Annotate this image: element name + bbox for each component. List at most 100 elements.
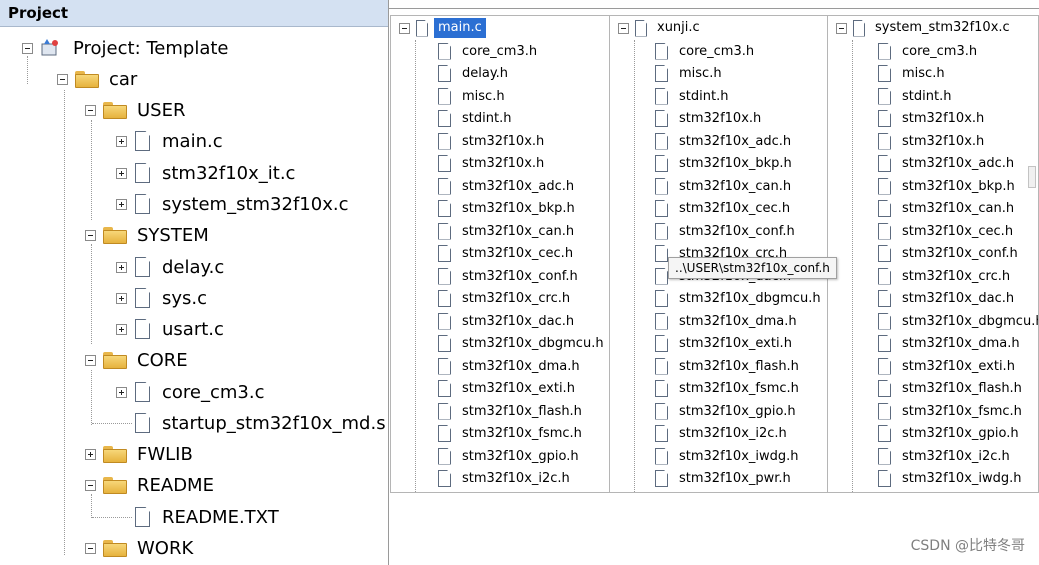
tree-target-car[interactable]: car [57,66,137,92]
dependency-item[interactable]: stm32f10x_exti.h [438,378,575,400]
dependency-item[interactable]: stm32f10x_fsmc.h [878,400,1022,422]
dependency-item[interactable]: stm32f10x_bkp.h [655,153,792,175]
dependency-item[interactable]: stm32f10x_conf.h [438,265,578,287]
dependency-item[interactable]: core_cm3.h [878,40,977,62]
dependency-item[interactable]: stm32f10x_fsmc.h [655,378,799,400]
dependency-item[interactable]: stm32f10x.h [655,108,761,130]
collapse-icon[interactable] [85,229,96,241]
dependency-item[interactable]: stm32f10x_bkp.h [438,198,575,220]
dependency-item[interactable]: stm32f10x.h [878,108,984,130]
tree-file-sys-c[interactable]: sys.c [116,285,207,311]
dependency-item[interactable]: stm32f10x_adc.h [438,175,574,197]
dependency-item[interactable]: stm32f10x_dac.h [438,310,574,332]
tree-group-user[interactable]: USER [85,97,185,123]
dependency-item[interactable]: stm32f10x_can.h [878,198,1014,220]
tree-file-system-stm32f10x-c[interactable]: system_stm32f10x.c [116,191,348,217]
dependency-item[interactable]: stm32f10x_pwr.h [655,468,791,490]
dependency-item[interactable]: stm32f10x_conf.h [655,220,795,242]
collapse-icon[interactable] [836,22,847,34]
dependency-item[interactable]: stm32f10x_iwdg.h [655,445,799,467]
dependency-item[interactable]: stm32f10x_adc.h [878,153,1014,175]
collapse-icon[interactable] [399,22,410,34]
panel-source-file[interactable]: main.c [391,17,486,39]
expand-icon[interactable] [116,167,127,179]
collapse-icon[interactable] [85,354,96,366]
dependency-item[interactable]: core_cm3.h [655,40,754,62]
dependency-item[interactable]: stm32f10x_exti.h [655,333,792,355]
expand-icon[interactable] [116,292,127,304]
dependency-item[interactable]: stm32f10x_dbgmcu.h [878,310,1038,332]
dependency-item[interactable]: stm32f10x_cec.h [438,243,573,265]
dependency-item[interactable]: stm32f10x_iwdg.h [878,468,1022,490]
dependency-item[interactable]: core_cm3.h [438,40,537,62]
dependency-item[interactable]: stm32f10x_gpio.h [878,423,1019,445]
tree-file-delay-c[interactable]: delay.c [116,254,224,280]
dependency-item[interactable]: stm32f10x_dma.h [878,333,1020,355]
dependency-item[interactable]: stm32f10x_crc.h [438,288,570,310]
tree-file-stm32f10x-it-c[interactable]: stm32f10x_it.c [116,160,295,186]
dependency-item[interactable]: stm32f10x_i2c.h [878,445,1010,467]
tree-group-fwlib[interactable]: FWLIB [85,441,193,467]
collapse-icon[interactable] [85,479,96,491]
dependency-item[interactable]: stm32f10x_dma.h [655,310,797,332]
expand-icon[interactable] [116,323,127,335]
panel-source-file[interactable]: xunji.c [610,17,704,39]
dependency-item[interactable]: stm32f10x_dma.h [438,355,580,377]
dependency-item[interactable]: stm32f10x_adc.h [655,130,791,152]
dependency-item[interactable]: stm32f10x_i2c.h [438,468,570,490]
dependency-item[interactable]: stm32f10x.h [878,130,984,152]
dependency-item[interactable]: stm32f10x_exti.h [878,355,1015,377]
dependency-item[interactable]: stm32f10x_flash.h [878,378,1022,400]
dependency-item[interactable]: stm32f10x_crc.h [878,265,1010,287]
dependency-item[interactable]: misc.h [655,63,722,85]
dependency-item[interactable]: stm32f10x.h [438,130,544,152]
dependency-item[interactable]: stm32f10x_can.h [438,220,574,242]
dependency-item[interactable]: stdint.h [655,85,728,107]
dependency-item[interactable]: delay.h [438,63,508,85]
tree-root-project[interactable]: Project: Template [22,35,229,61]
dependency-item[interactable]: misc.h [878,63,945,85]
panel-source-file[interactable]: system_stm32f10x.c [828,17,1014,39]
expand-icon[interactable] [116,261,127,273]
dependency-item[interactable]: stm32f10x_dbgmcu.h [655,288,821,310]
dependency-item[interactable]: misc.h [438,85,505,107]
dependency-item[interactable]: stm32f10x_bkp.h [878,175,1015,197]
dependency-item[interactable]: stm32f10x_cec.h [878,220,1013,242]
dependency-item[interactable]: stm32f10x_cec.h [655,198,790,220]
dependency-item[interactable]: stm32f10x_can.h [655,175,791,197]
dependency-item[interactable]: stm32f10x_gpio.h [655,400,796,422]
expand-icon[interactable] [116,198,127,210]
tree-group-core[interactable]: CORE [85,347,188,373]
header-file-icon [438,222,451,240]
collapse-icon[interactable] [85,542,96,554]
dependency-item[interactable]: stm32f10x.h [438,153,544,175]
tree-group-readme[interactable]: README [85,472,214,498]
dependency-item[interactable]: stm32f10x_flash.h [655,355,799,377]
dependency-item[interactable]: stdint.h [438,108,511,130]
header-file-icon [878,200,891,217]
tree-file-main-c[interactable]: main.c [116,128,223,154]
collapse-icon[interactable] [57,73,68,85]
tree-file-usart-c[interactable]: usart.c [116,316,224,342]
collapse-icon[interactable] [22,42,33,54]
expand-icon[interactable] [116,135,127,147]
dependency-item[interactable]: stm32f10x_dbgmcu.h [438,333,604,355]
tree-file-readme-txt[interactable]: README.TXT [127,504,279,530]
dependency-item[interactable]: stm32f10x_conf.h [878,243,1018,265]
tree-file-core-cm3-c[interactable]: core_cm3.c [116,379,265,405]
dependency-item[interactable]: stm32f10x_dac.h [878,288,1014,310]
scrollbar-stub[interactable] [1028,166,1036,188]
collapse-icon[interactable] [618,22,629,34]
dependency-item[interactable]: stm32f10x_flash.h [438,400,582,422]
folder-icon [103,539,127,557]
tree-group-work[interactable]: WORK [85,535,193,561]
collapse-icon[interactable] [85,104,96,116]
expand-icon[interactable] [116,386,127,398]
dependency-item[interactable]: stm32f10x_i2c.h [655,423,787,445]
dependency-item[interactable]: stm32f10x_gpio.h [438,445,579,467]
tree-file-startup-s[interactable]: startup_stm32f10x_md.s [127,410,386,436]
expand-icon[interactable] [85,448,96,460]
dependency-item[interactable]: stm32f10x_fsmc.h [438,423,582,445]
dependency-item[interactable]: stdint.h [878,85,951,107]
tree-group-system[interactable]: SYSTEM [85,222,209,248]
